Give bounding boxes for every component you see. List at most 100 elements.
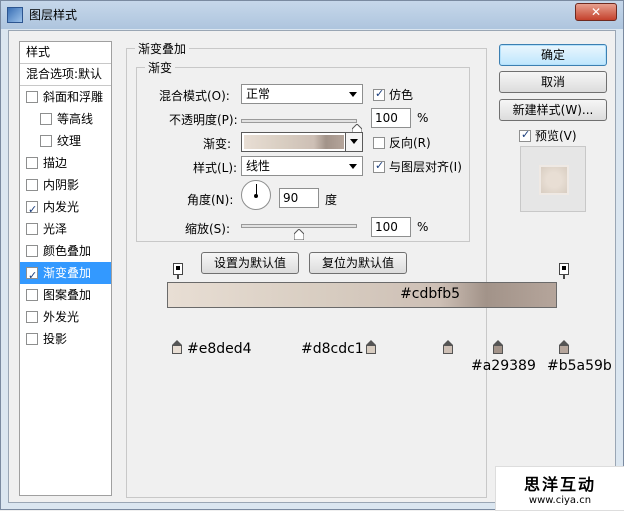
style-item-label: 内阴影 <box>43 178 80 192</box>
preview-checkbox[interactable]: 预览(V) <box>519 127 577 144</box>
style-item[interactable]: 内阴影 <box>20 174 111 196</box>
scale-slider-track[interactable] <box>241 224 357 228</box>
angle-input[interactable]: 90 <box>279 188 319 208</box>
style-checkbox-icon[interactable] <box>26 199 38 221</box>
opacity-stop-right[interactable] <box>559 263 569 279</box>
blend-mode-value: 正常 <box>246 87 271 101</box>
style-checkbox-icon[interactable] <box>26 179 38 191</box>
style-checkbox-icon[interactable] <box>40 135 52 147</box>
style-item[interactable]: 图案叠加 <box>20 284 111 306</box>
blend-mode-select[interactable]: 正常 <box>241 84 363 104</box>
style-item[interactable]: 颜色叠加 <box>20 240 111 262</box>
color-stop-1[interactable] <box>172 340 182 354</box>
style-item-label: 外发光 <box>43 310 80 324</box>
gradient-label: 渐变: <box>203 137 232 151</box>
align-with-layer-checkbox[interactable]: 与图层对齐(I) <box>373 158 462 175</box>
align-check-icon <box>373 159 385 173</box>
gradient-preview-swatch[interactable] <box>244 135 344 149</box>
gradient-dropdown-button[interactable] <box>345 133 362 151</box>
new-style-button[interactable]: 新建样式(W)... <box>499 99 607 121</box>
ok-button[interactable]: 确定 <box>499 44 607 66</box>
gradient-bar[interactable]: #cdbfb5 <box>167 282 557 308</box>
style-items-container: 斜面和浮雕等高线纹理描边内阴影内发光光泽颜色叠加渐变叠加图案叠加外发光投影 <box>20 86 111 350</box>
style-value: 线性 <box>246 159 271 173</box>
styles-list: 样式 混合选项:默认 斜面和浮雕等高线纹理描边内阴影内发光光泽颜色叠加渐变叠加图… <box>19 41 112 496</box>
style-item[interactable]: 外发光 <box>20 306 111 328</box>
scale-input[interactable]: 100 <box>371 217 411 237</box>
style-item[interactable]: 内发光 <box>20 196 111 221</box>
style-item-label: 图案叠加 <box>43 288 92 302</box>
scale-slider-thumb[interactable] <box>294 229 304 240</box>
style-item[interactable]: 描边 <box>20 152 111 174</box>
gradient-subgroup: 渐变 混合模式(O): 正常 仿色 不透明度(P): 100 % 渐变: <box>136 59 470 242</box>
title-bar[interactable]: 图层样式 ✕ <box>1 1 623 29</box>
style-label: 样式(L): <box>193 161 238 175</box>
blend-mode-label: 混合模式(O): <box>159 89 230 103</box>
style-checkbox-icon[interactable] <box>26 311 38 323</box>
layer-style-dialog: 图层样式 ✕ 样式 混合选项:默认 斜面和浮雕等高线纹理描边内阴影内发光光泽颜色… <box>0 0 624 511</box>
opacity-stop-tip <box>563 275 565 279</box>
style-item[interactable]: 渐变叠加 <box>20 262 111 287</box>
style-item-label: 颜色叠加 <box>43 244 92 258</box>
color-stop-1-label: #e8ded4 <box>187 341 252 357</box>
gradient-picker[interactable] <box>241 132 363 152</box>
opacity-input[interactable]: 100 <box>371 108 411 128</box>
close-icon: ✕ <box>590 5 602 19</box>
style-item[interactable]: 等高线 <box>20 108 111 130</box>
color-stop-5[interactable] <box>559 340 569 354</box>
opacity-stop-tip <box>177 275 179 279</box>
gradient-overlay-title: 渐变叠加 <box>135 40 190 57</box>
stop-swatch <box>172 345 182 354</box>
watermark-main: 思洋互动 <box>523 475 596 494</box>
angle-center-icon <box>254 194 258 198</box>
reset-default-button[interactable]: 复位为默认值 <box>309 252 407 274</box>
style-item-label: 斜面和浮雕 <box>43 90 104 104</box>
cancel-button[interactable]: 取消 <box>499 71 607 93</box>
style-checkbox-icon[interactable] <box>26 289 38 301</box>
blending-options-item[interactable]: 混合选项:默认 <box>20 64 111 86</box>
opacity-slider-track[interactable] <box>241 119 357 123</box>
style-checkbox-icon[interactable] <box>26 245 38 257</box>
stop-swatch <box>366 345 376 354</box>
reverse-checkbox[interactable]: 反向(R) <box>373 134 431 151</box>
color-stop-2[interactable] <box>366 340 376 354</box>
scale-percent: % <box>417 220 429 234</box>
stop-swatch <box>559 345 569 354</box>
style-item-label: 投影 <box>43 332 68 346</box>
stop-swatch <box>493 345 503 354</box>
dither-checkbox[interactable]: 仿色 <box>373 86 413 103</box>
opacity-label: 不透明度(P): <box>169 113 238 127</box>
style-item[interactable]: 光泽 <box>20 218 111 240</box>
dialog-body: 样式 混合选项:默认 斜面和浮雕等高线纹理描边内阴影内发光光泽颜色叠加渐变叠加图… <box>8 30 616 503</box>
style-item[interactable]: 斜面和浮雕 <box>20 86 111 108</box>
style-checkbox-icon[interactable] <box>26 91 38 103</box>
style-item-label: 描边 <box>43 156 68 170</box>
close-button[interactable]: ✕ <box>575 3 617 21</box>
preview-label: 预览(V) <box>535 129 577 143</box>
style-checkbox-icon[interactable] <box>26 223 38 235</box>
color-stop-4[interactable] <box>493 340 503 354</box>
angle-dial[interactable] <box>241 180 271 210</box>
dither-label: 仿色 <box>389 88 414 102</box>
style-checkbox-icon[interactable] <box>40 113 52 125</box>
styles-header[interactable]: 样式 <box>20 42 111 64</box>
set-default-button[interactable]: 设置为默认值 <box>201 252 299 274</box>
stop-swatch <box>443 345 453 354</box>
style-item[interactable]: 纹理 <box>20 130 111 152</box>
reverse-check-icon <box>373 136 385 149</box>
style-item-label: 内发光 <box>43 200 80 214</box>
style-checkbox-icon[interactable] <box>26 333 38 345</box>
style-item-label: 光泽 <box>43 222 68 236</box>
angle-label: 角度(N): <box>187 193 234 207</box>
color-stop-3[interactable] <box>443 340 453 354</box>
gradient-bar-label: #cdbfb5 <box>400 286 460 302</box>
opacity-percent: % <box>417 111 429 125</box>
chevron-down-icon <box>349 164 357 169</box>
photoshop-app-icon <box>7 7 23 23</box>
style-select[interactable]: 线性 <box>241 156 363 176</box>
style-checkbox-icon[interactable] <box>26 265 38 287</box>
angle-degree-unit: 度 <box>325 193 338 207</box>
style-item[interactable]: 投影 <box>20 328 111 350</box>
opacity-stop-left[interactable] <box>173 263 183 279</box>
style-checkbox-icon[interactable] <box>26 157 38 169</box>
